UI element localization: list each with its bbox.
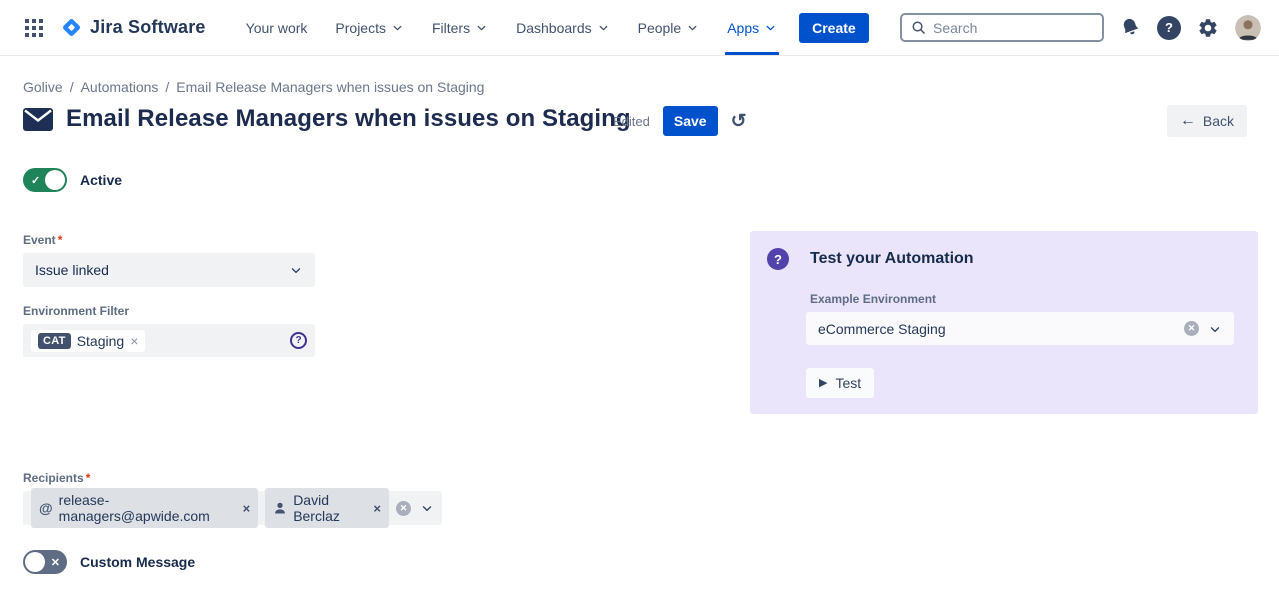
- chevron-down-icon: [686, 21, 699, 34]
- environment-tag: CAT Staging ×: [31, 330, 145, 352]
- chevron-down-icon: [289, 263, 303, 277]
- remove-tag-icon[interactable]: ×: [243, 502, 251, 515]
- recipient-tag-email: @ release-managers@apwide.com ×: [31, 488, 258, 528]
- remove-tag-icon[interactable]: ×: [130, 334, 138, 348]
- test-button[interactable]: ▶ Test: [806, 368, 874, 398]
- settings-gear-icon[interactable]: [1197, 17, 1219, 39]
- global-search[interactable]: [900, 13, 1104, 42]
- nav-item-your-work[interactable]: Your work: [232, 0, 322, 55]
- required-marker: *: [58, 233, 63, 247]
- create-button[interactable]: Create: [799, 13, 869, 43]
- page: Jira Software Your work Projects Filters: [0, 0, 1279, 589]
- notifications-bell-icon[interactable]: [1120, 17, 1141, 38]
- jira-logo-icon: [60, 16, 83, 39]
- chevron-down-icon: [420, 501, 434, 515]
- event-select[interactable]: Issue linked: [23, 253, 315, 287]
- breadcrumb-current[interactable]: Email Release Managers when issues on St…: [176, 79, 484, 95]
- active-toggle-row: ✓ Active: [23, 168, 122, 192]
- jira-logo[interactable]: Jira Software: [60, 16, 206, 39]
- nav-left: Jira Software Your work Projects Filters: [18, 0, 869, 55]
- field-help-icon[interactable]: ?: [290, 332, 307, 349]
- back-arrow-icon: ←: [1180, 113, 1196, 129]
- header-actions: Edited Save ↺: [613, 106, 747, 136]
- chevron-down-icon: [1208, 322, 1222, 336]
- breadcrumb-separator: /: [165, 79, 169, 95]
- top-navbar: Jira Software Your work Projects Filters: [0, 0, 1279, 56]
- nav-right: ?: [900, 13, 1261, 42]
- recipients-field[interactable]: @ release-managers@apwide.com × David Be…: [23, 491, 442, 525]
- search-icon: [911, 20, 926, 35]
- search-input[interactable]: [933, 20, 1093, 36]
- chevron-down-icon: [597, 21, 610, 34]
- user-avatar[interactable]: [1235, 15, 1261, 41]
- clear-selection-icon[interactable]: ✕: [1184, 321, 1199, 336]
- active-toggle[interactable]: ✓: [23, 168, 67, 192]
- custom-message-toggle-row: ✕ Custom Message: [23, 550, 195, 574]
- primary-nav: Your work Projects Filters Dashboards: [232, 0, 791, 55]
- app-title: Jira Software: [90, 17, 206, 38]
- email-envelope-icon: [23, 108, 53, 131]
- app-switcher-icon[interactable]: [18, 12, 50, 44]
- nav-item-people[interactable]: People: [624, 0, 714, 55]
- toggle-knob: [25, 552, 45, 572]
- question-mark-icon: ?: [767, 248, 789, 270]
- test-automation-panel: ? Test your Automation Example Environme…: [750, 231, 1258, 414]
- cross-icon: ✕: [51, 550, 60, 574]
- example-environment-label: Example Environment: [810, 292, 936, 306]
- remove-tag-icon[interactable]: ×: [373, 502, 381, 515]
- environment-filter-label: Environment Filter: [23, 304, 129, 318]
- chevron-down-icon: [391, 21, 404, 34]
- clear-all-icon[interactable]: ✕: [396, 501, 411, 516]
- custom-message-toggle[interactable]: ✕: [23, 550, 67, 574]
- recipients-label: Recipients*: [23, 471, 90, 485]
- nav-item-apps[interactable]: Apps: [713, 0, 791, 55]
- toggle-knob: [45, 170, 65, 190]
- nav-item-filters[interactable]: Filters: [418, 0, 502, 55]
- breadcrumb-link-automations[interactable]: Automations: [81, 79, 159, 95]
- breadcrumb-separator: /: [70, 79, 74, 95]
- nav-item-dashboards[interactable]: Dashboards: [502, 0, 624, 55]
- test-panel-title: Test your Automation: [810, 250, 974, 268]
- help-icon[interactable]: ?: [1157, 16, 1181, 40]
- at-icon: @: [39, 501, 53, 515]
- chevron-down-icon: [475, 21, 488, 34]
- title-row: Email Release Managers when issues on St…: [23, 105, 631, 133]
- save-button[interactable]: Save: [663, 106, 718, 136]
- example-environment-select[interactable]: eCommerce Staging ✕: [806, 312, 1234, 345]
- back-button[interactable]: ← Back: [1167, 105, 1247, 137]
- breadcrumb: Golive / Automations / Email Release Man…: [23, 79, 484, 95]
- event-label: Event*: [23, 233, 62, 247]
- recipient-tag-user: David Berclaz ×: [265, 488, 389, 528]
- chevron-down-icon: [764, 21, 777, 34]
- breadcrumb-link-golive[interactable]: Golive: [23, 79, 63, 95]
- edited-status: Edited: [613, 114, 650, 129]
- required-marker: *: [86, 471, 91, 485]
- page-title: Email Release Managers when issues on St…: [66, 105, 631, 133]
- nav-item-projects[interactable]: Projects: [321, 0, 418, 55]
- custom-message-label: Custom Message: [80, 554, 195, 570]
- check-icon: ✓: [31, 168, 40, 192]
- play-icon: ▶: [819, 378, 827, 389]
- person-icon: [273, 501, 287, 515]
- undo-icon[interactable]: ↺: [731, 112, 747, 131]
- active-toggle-label: Active: [80, 172, 122, 188]
- category-badge: CAT: [38, 333, 71, 349]
- environment-filter-field[interactable]: CAT Staging × ?: [23, 324, 315, 357]
